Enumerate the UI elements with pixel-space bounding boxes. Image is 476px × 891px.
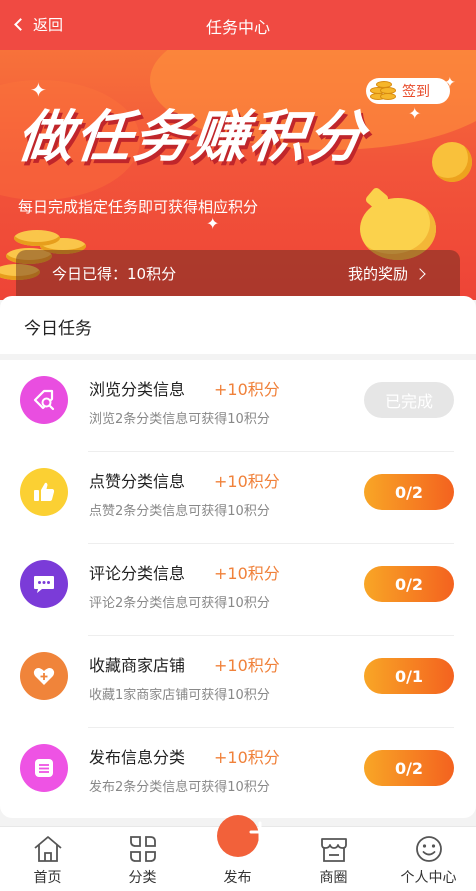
publish-list-icon (20, 744, 68, 792)
task-list: 浏览分类信息 +10积分 浏览2条分类信息可获得10积分 已完成 点赞分类信息 … (0, 360, 476, 818)
plus-icon (217, 815, 271, 857)
tasks-section-title: 今日任务 (24, 319, 92, 339)
sparkle-icon: ✦ (408, 104, 422, 123)
tag-search-icon (20, 376, 68, 424)
task-title: 点赞分类信息 (89, 472, 186, 491)
top-navbar: 返回 任务中心 (0, 0, 476, 50)
tab-category-label: 分类 (128, 870, 157, 886)
coins-icon (370, 79, 398, 103)
task-title: 评论分类信息 (89, 564, 186, 583)
my-rewards-label: 我的奖励 (347, 265, 408, 283)
today-points: 今日已得：10积分 (52, 265, 177, 283)
task-points: +10积分 (214, 380, 280, 399)
storefront-icon (321, 838, 347, 862)
task-status-button[interactable]: 0/1 (364, 658, 454, 694)
task-description: 发布2条分类信息可获得10积分 (89, 780, 270, 795)
tab-home[interactable]: 首页 (0, 827, 95, 891)
tab-profile[interactable]: 个人中心 (381, 827, 476, 891)
task-points: +10积分 (214, 472, 280, 491)
page-title: 任务中心 (205, 18, 270, 37)
signin-button[interactable]: 签到 (366, 78, 450, 104)
banner-headline: 做任务赚积分 (14, 105, 369, 170)
category-grid-icon (130, 836, 156, 862)
tab-profile-label: 个人中心 (400, 870, 457, 886)
tab-mall-label: 商圈 (319, 870, 348, 886)
task-row-publish: 发布信息分类 +10积分 发布2条分类信息可获得10积分 0/2 (0, 728, 476, 820)
tab-home-label: 首页 (33, 870, 62, 886)
sparkle-icon: ✦ (206, 214, 220, 233)
task-points: +10积分 (214, 656, 280, 675)
task-row-favorite: 收藏商家店铺 +10积分 收藏1家商家店铺可获得10积分 0/1 (0, 636, 476, 728)
signin-label: 签到 (402, 84, 430, 100)
bottom-tabbar: 首页 分类 发布 商圈 个人中心 (0, 815, 476, 891)
thumbs-up-icon (20, 468, 68, 516)
task-description: 评论2条分类信息可获得10积分 (89, 596, 270, 611)
task-points: +10积分 (214, 748, 280, 767)
home-icon (34, 836, 62, 862)
chevron-right-icon (414, 267, 426, 280)
my-rewards-link[interactable]: 我的奖励 (347, 263, 426, 284)
task-description: 浏览2条分类信息可获得10积分 (89, 412, 270, 427)
heart-icon (20, 652, 68, 700)
reward-bar: 今日已得：10积分 我的奖励 (16, 250, 460, 296)
task-points: +10积分 (214, 564, 280, 583)
banner-subtitle: 每日完成指定任务即可获得相应积分 (18, 198, 259, 216)
tab-publish-label: 发布 (223, 870, 252, 886)
task-description: 收藏1家商家店铺可获得10积分 (89, 688, 270, 703)
tab-category[interactable]: 分类 (95, 827, 190, 891)
task-row-browse: 浏览分类信息 +10积分 浏览2条分类信息可获得10积分 已完成 (0, 360, 476, 452)
task-row-comment: 评论分类信息 +10积分 评论2条分类信息可获得10积分 0/2 (0, 544, 476, 636)
task-description: 点赞2条分类信息可获得10积分 (89, 504, 270, 519)
task-row-like: 点赞分类信息 +10积分 点赞2条分类信息可获得10积分 0/2 (0, 452, 476, 544)
comment-icon (20, 560, 68, 608)
tab-publish[interactable]: 发布 (190, 815, 285, 891)
task-title: 发布信息分类 (89, 748, 186, 767)
task-status-button[interactable]: 0/2 (364, 750, 454, 786)
task-title: 收藏商家店铺 (89, 656, 186, 675)
coin-icon (14, 230, 60, 246)
task-status-button[interactable]: 已完成 (364, 382, 454, 418)
tab-mall[interactable]: 商圈 (286, 827, 381, 891)
coin-icon (432, 142, 472, 182)
task-title: 浏览分类信息 (89, 380, 186, 399)
smiley-face-icon (416, 836, 442, 862)
tasks-section-header: 今日任务 (0, 296, 476, 354)
task-status-button[interactable]: 0/2 (364, 566, 454, 602)
task-status-button[interactable]: 0/2 (364, 474, 454, 510)
